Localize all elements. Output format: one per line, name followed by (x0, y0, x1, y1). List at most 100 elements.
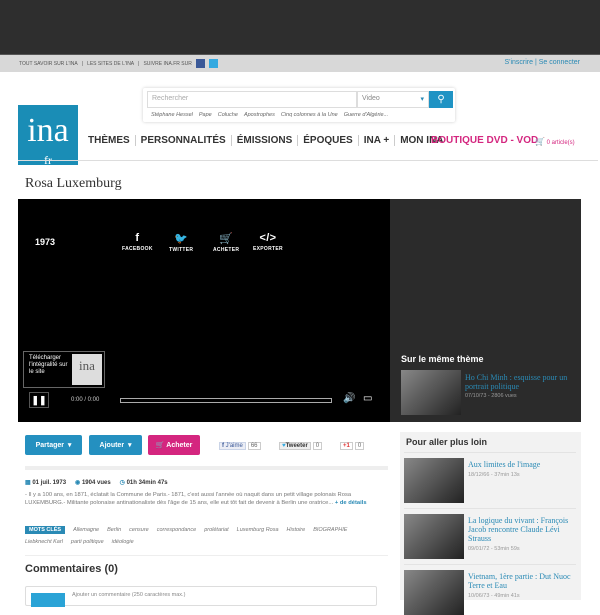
gplus-count: 0 (354, 442, 365, 450)
tweet-label: Tweeter (285, 443, 308, 449)
facebook-icon[interactable] (195, 59, 205, 68)
add-button[interactable]: Ajouter ▾ (89, 435, 142, 455)
tag[interactable]: parti politique (71, 538, 104, 546)
link-follow: SUIVRE INA.FR SUR (143, 60, 192, 67)
tag[interactable]: BIOGRAPHIE (313, 526, 347, 534)
comment-box[interactable]: Ajouter un commentaire (250 caractères m… (25, 586, 377, 607)
nav-epoques[interactable]: ÉPOQUES (298, 135, 359, 146)
list-item[interactable]: Vietnam, 1ère partie : Dut Nuoc Terre et… (404, 564, 576, 615)
buy-label: Acheter (166, 441, 193, 449)
suggestion[interactable]: Apostrophes (244, 112, 275, 118)
like-button[interactable]: f J'aime (219, 442, 246, 450)
video-link[interactable]: La logique du vivant : François Jacob re… (468, 516, 574, 543)
tag[interactable]: censure (129, 526, 149, 534)
search-type-select[interactable]: Video ▾ (357, 91, 429, 108)
twitter-icon[interactable] (208, 59, 218, 68)
video-link[interactable]: Vietnam, 1ère partie : Dut Nuoc Terre et… (468, 572, 574, 590)
nav-boutique[interactable]: BOUTIQUE DVD - VOD (431, 135, 538, 146)
like-label: J'aime (225, 443, 243, 449)
share-label: Partager (35, 441, 64, 449)
share-export[interactable]: </> EXPORTER (253, 232, 283, 252)
divider (18, 160, 598, 161)
share-label: EXPORTER (253, 246, 283, 252)
main-nav: THÈMES PERSONNALITÉS ÉMISSIONS ÉPOQUES INA +… (88, 135, 449, 146)
tag[interactable]: correspondance (157, 526, 196, 534)
login-link[interactable]: Se connecter (539, 59, 580, 66)
video-thumbnail[interactable] (404, 570, 464, 615)
facebook-like[interactable]: f J'aime 66 (219, 440, 261, 452)
progress-bar[interactable] (120, 398, 332, 403)
share-buy[interactable]: 🛒 ACHETER (213, 232, 239, 253)
top-banner (0, 0, 600, 55)
share-label: ACHETER (213, 247, 240, 253)
like-count: 66 (247, 442, 261, 450)
google-plus[interactable]: +1 0 (340, 440, 365, 452)
related-video-link[interactable]: Ho Chi Minh : esquisse pour un portrait … (465, 373, 575, 391)
duration-value: 01h 34min 47s (126, 480, 168, 486)
nav-personnalites[interactable]: PERSONNALITÉS (136, 135, 232, 146)
volume-icon[interactable]: 🔊 (343, 393, 355, 404)
cart-icon: 🛒 (155, 442, 165, 449)
nav-emissions[interactable]: ÉMISSIONS (232, 135, 299, 146)
tag[interactable]: Histoire (287, 526, 306, 534)
gplus-button[interactable]: +1 (340, 442, 353, 450)
suggestion[interactable]: Guerre d'Algérie... (344, 112, 388, 118)
video-meta: 09/01/72 - 53min 59s (468, 546, 520, 552)
download-promo[interactable]: Télécharger l'intégralité sur le site ina (23, 351, 105, 388)
tag[interactable]: Allemagne (73, 526, 99, 534)
suggestion[interactable]: Pape (199, 112, 212, 118)
date-stat: ▦ 01 juil. 1973 (25, 479, 66, 486)
add-label: Ajouter (99, 441, 125, 449)
list-item[interactable]: Aux limites de l'image 18/12/66 - 37min … (404, 452, 576, 508)
fullscreen-icon[interactable]: ▭ (363, 393, 372, 404)
views-value: 1904 vues (81, 480, 111, 486)
video-player[interactable]: 1973 f FACEBOOK 🐦 TWITTER 🛒 ACHETER </> EXPO… (18, 199, 390, 422)
share-button[interactable]: Partager ▾ (25, 435, 82, 455)
suggestion[interactable]: Stéphane Hessel (151, 112, 193, 118)
share-facebook[interactable]: f FACEBOOK (122, 232, 153, 252)
nav-ina-plus[interactable]: INA + (359, 135, 396, 146)
cart-icon: 🛒 (219, 233, 234, 245)
tag[interactable]: Luxemburg Rosa (237, 526, 279, 534)
same-theme-heading: Sur le même thème (401, 354, 484, 364)
more-details-link[interactable]: + de détails (335, 500, 367, 506)
share-twitter[interactable]: 🐦 TWITTER (169, 232, 193, 253)
facebook-icon: f (222, 443, 224, 449)
nav-themes[interactable]: THÈMES (88, 135, 136, 146)
comment-input[interactable]: Ajouter un commentaire (250 caractères m… (72, 592, 185, 598)
tweet-button[interactable]: ♥Tweeter (279, 442, 311, 450)
suggestion[interactable]: Cinq colonnes à la Une (281, 112, 338, 118)
list-item[interactable]: La logique du vivant : François Jacob re… (404, 508, 576, 564)
tag[interactable]: Berlin (107, 526, 121, 534)
account-links: S'inscrire | Se connecter (504, 59, 580, 66)
further-panel: Pour aller plus loin Aux limites de l'im… (400, 432, 581, 615)
duration-stat: ◷ 01h 34min 47s (120, 479, 168, 486)
ina-logo[interactable]: ina fr (18, 105, 78, 166)
comments-heading: Commentaires (0) (25, 563, 118, 575)
tweet-count: 0 (312, 442, 323, 450)
facebook-icon: f (135, 232, 140, 244)
tweet[interactable]: ♥Tweeter 0 (279, 440, 323, 452)
tag[interactable]: Liebknecht Karl (25, 538, 63, 546)
suggestion[interactable]: Coluche (218, 112, 238, 118)
divider (25, 555, 388, 556)
search-button[interactable]: ⚲ (429, 91, 453, 108)
video-thumbnail[interactable] (404, 458, 464, 503)
buy-button[interactable]: 🛒 Acheter (148, 435, 200, 455)
link-about[interactable]: TOUT SAVOIR SUR L'INA (19, 61, 78, 67)
video-thumbnail[interactable] (404, 514, 464, 559)
chevron-down-icon: ▾ (420, 96, 424, 103)
pause-button[interactable]: ❚❚ (29, 392, 49, 408)
video-thumbnail[interactable] (401, 370, 461, 415)
twitter-icon: 🐦 (174, 233, 189, 245)
tag[interactable]: idéologie (112, 538, 134, 546)
signup-link[interactable]: S'inscrire (504, 59, 533, 66)
tag[interactable]: prolétariat (204, 526, 228, 534)
link-sites[interactable]: LES SITES DE L'INA (87, 61, 134, 67)
search-input[interactable]: Rechercher (147, 91, 357, 108)
description: - Il y a 100 ans, en 1871, éclatait la C… (25, 491, 388, 507)
chevron-down-icon: ▾ (67, 442, 72, 449)
cart-link[interactable]: 🛒 0 article(s) (535, 137, 575, 146)
avatar (31, 593, 65, 607)
video-link[interactable]: Aux limites de l'image (468, 460, 574, 469)
